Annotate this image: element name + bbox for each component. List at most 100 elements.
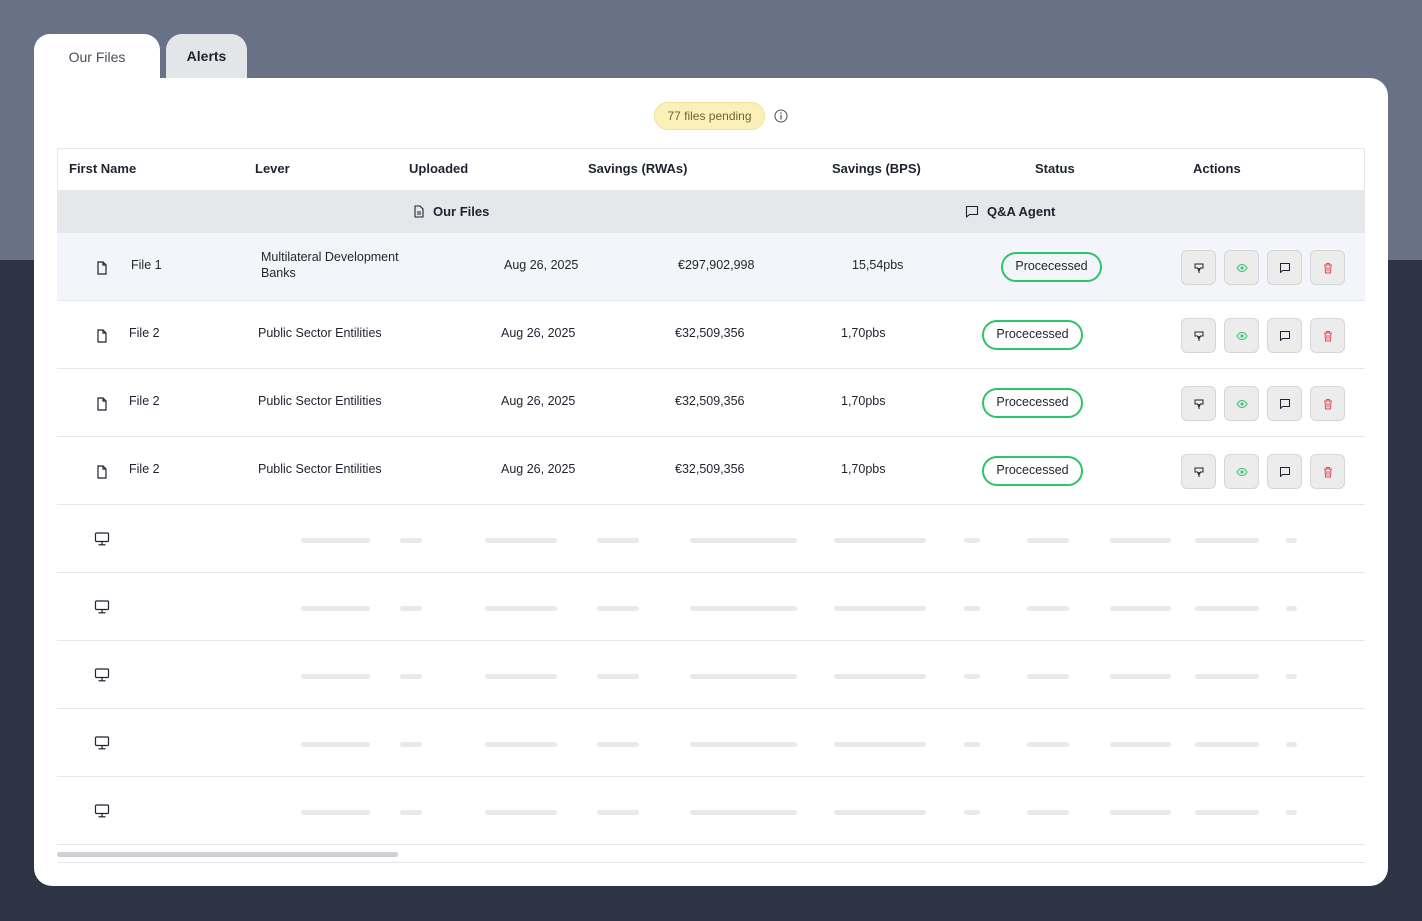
lever-value: Multilateral Development Banks <box>261 250 399 280</box>
table-header: First Name Lever Uploaded Savings (RWAs)… <box>57 148 1365 190</box>
skeleton-bar <box>1195 606 1259 611</box>
skeleton-bar <box>400 810 422 815</box>
chat-button[interactable] <box>1267 318 1302 353</box>
skeleton-bar <box>301 810 370 815</box>
skeleton-bar <box>485 742 557 747</box>
chat-button[interactable] <box>1267 386 1302 421</box>
chat-button[interactable] <box>1267 250 1302 285</box>
skeleton-bar <box>690 810 797 815</box>
delete-button[interactable] <box>1310 454 1345 489</box>
skeleton-bar <box>597 742 639 747</box>
download-icon <box>1194 399 1203 409</box>
eye-icon <box>1235 263 1248 272</box>
chat-button[interactable] <box>1267 454 1302 489</box>
file-icon <box>97 465 107 479</box>
header-uploaded[interactable]: Uploaded <box>409 161 468 176</box>
header-savings-rwas[interactable]: Savings (RWAs) <box>588 161 687 176</box>
skeleton-bar <box>690 538 797 543</box>
loading-row <box>57 505 1365 573</box>
header-status[interactable]: Status <box>1035 161 1075 176</box>
pending-indicator: 77 files pending <box>34 102 1388 130</box>
files-panel: 77 files pending First Name Lever Upload… <box>34 78 1388 886</box>
download-button[interactable] <box>1181 454 1216 489</box>
savings-rwas-value: €32,509,356 <box>675 326 745 340</box>
tab-alerts[interactable]: Alerts <box>166 34 247 78</box>
tab-our-files[interactable]: Our Files <box>34 34 160 80</box>
header-lever[interactable]: Lever <box>255 161 290 176</box>
trash-icon <box>1323 466 1332 477</box>
monitor-icon <box>94 600 110 614</box>
file-name[interactable]: File 2 <box>129 326 160 340</box>
table-row[interactable]: File 2 Public Sector Entilities Aug 26, … <box>57 301 1365 369</box>
skeleton-bar <box>1286 810 1297 815</box>
skeleton-bar <box>597 606 639 611</box>
skeleton-bar <box>1286 606 1297 611</box>
delete-button[interactable] <box>1310 250 1345 285</box>
trash-icon <box>1323 398 1332 409</box>
chat-icon <box>965 205 979 218</box>
delete-button[interactable] <box>1310 386 1345 421</box>
savings-rwas-value: €32,509,356 <box>675 394 745 408</box>
group-header-row: Our Files Q&A Agent <box>57 190 1365 233</box>
chat-icon <box>1279 330 1290 341</box>
skeleton-bar <box>485 538 557 543</box>
skeleton-bar <box>597 538 639 543</box>
skeleton-bar <box>690 606 797 611</box>
status-badge: Procecessed <box>982 320 1083 350</box>
skeleton-bar <box>1195 742 1259 747</box>
skeleton-bar <box>400 742 422 747</box>
savings-rwas-value: €297,902,998 <box>678 258 755 272</box>
file-name[interactable]: File 1 <box>131 258 162 272</box>
eye-icon <box>1235 399 1248 408</box>
skeleton-bar <box>1110 606 1171 611</box>
chat-icon <box>1279 466 1290 477</box>
download-button[interactable] <box>1181 386 1216 421</box>
header-savings-bps[interactable]: Savings (BPS) <box>832 161 921 176</box>
header-actions: Actions <box>1193 161 1241 176</box>
group-qa-agent: Q&A Agent <box>965 204 1055 219</box>
skeleton-bar <box>1027 810 1069 815</box>
info-icon[interactable] <box>774 109 788 123</box>
file-icon <box>97 261 107 275</box>
skeleton-bar <box>1195 674 1259 679</box>
skeleton-bar <box>834 674 926 679</box>
skeleton-bar <box>400 538 422 543</box>
file-name[interactable]: File 2 <box>129 462 160 476</box>
group-qa-agent-label: Q&A Agent <box>987 204 1056 219</box>
skeleton-bar <box>690 742 797 747</box>
delete-button[interactable] <box>1310 318 1345 353</box>
file-name[interactable]: File 2 <box>129 394 160 408</box>
skeleton-bar <box>301 606 370 611</box>
horizontal-scrollbar[interactable] <box>57 852 398 857</box>
status-badge: Procecessed <box>982 388 1083 418</box>
eye-icon <box>1235 467 1248 476</box>
uploaded-date: Aug 26, 2025 <box>501 326 576 340</box>
table-row[interactable]: File 2 Public Sector Entilities Aug 26, … <box>57 437 1365 505</box>
header-first-name[interactable]: First Name <box>69 161 136 176</box>
group-our-files: Our Files <box>413 204 489 219</box>
skeleton-bar <box>834 810 926 815</box>
monitor-icon <box>94 668 110 682</box>
uploaded-date: Aug 26, 2025 <box>504 258 579 272</box>
download-button[interactable] <box>1181 318 1216 353</box>
table-row[interactable]: File 2 Public Sector Entilities Aug 26, … <box>57 369 1365 437</box>
skeleton-bar <box>1027 606 1069 611</box>
pending-badge: 77 files pending <box>654 102 765 130</box>
group-our-files-label: Our Files <box>433 204 490 219</box>
file-icon <box>97 397 107 411</box>
skeleton-bar <box>301 742 370 747</box>
view-button[interactable] <box>1224 386 1259 421</box>
skeleton-bar <box>1286 538 1297 543</box>
skeleton-bar <box>1286 674 1297 679</box>
files-table: First Name Lever Uploaded Savings (RWAs)… <box>57 148 1365 845</box>
view-button[interactable] <box>1224 250 1259 285</box>
download-icon <box>1194 263 1203 273</box>
skeleton-bar <box>1195 538 1259 543</box>
view-button[interactable] <box>1224 318 1259 353</box>
eye-icon <box>1235 331 1248 340</box>
view-button[interactable] <box>1224 454 1259 489</box>
table-row[interactable]: File 1 Multilateral Development Banks Au… <box>57 233 1365 301</box>
skeleton-bar <box>1110 810 1171 815</box>
download-button[interactable] <box>1181 250 1216 285</box>
skeleton-bar <box>485 810 557 815</box>
